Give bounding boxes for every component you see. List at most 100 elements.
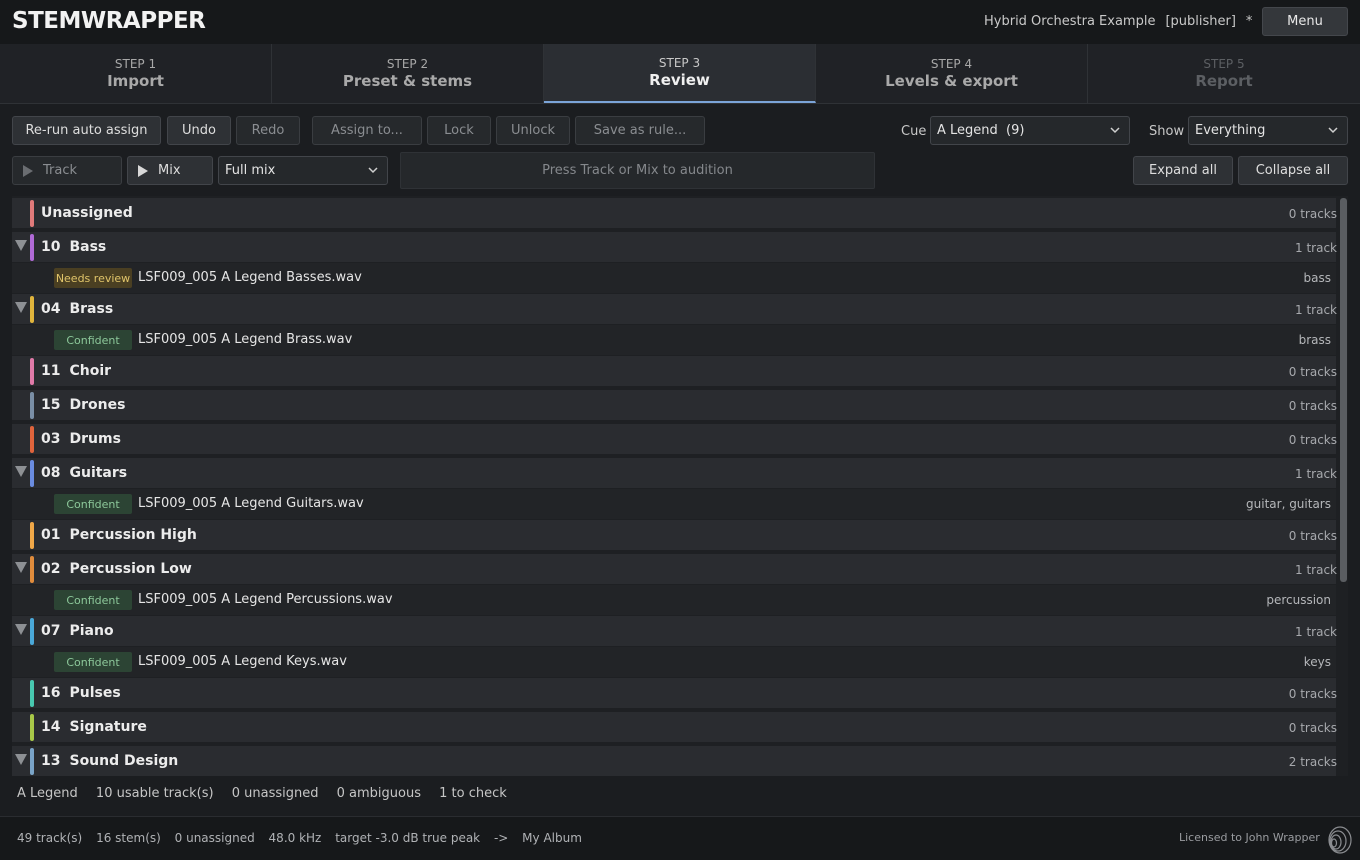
stem-group-row[interactable]: 08 Guitars 1 track xyxy=(12,458,1337,488)
cue-select[interactable]: A Legend (9) xyxy=(930,116,1130,145)
group-label: Choir xyxy=(69,363,112,379)
scrollbar[interactable] xyxy=(1339,198,1348,774)
tab-step-3[interactable]: STEP 3 Review xyxy=(544,44,816,103)
expand-toggle-icon[interactable] xyxy=(15,624,27,635)
track-row[interactable]: Confident LSF009_005 A Legend Brass.wav br… xyxy=(12,325,1336,355)
audition-hint: Press Track or Mix to audition xyxy=(400,152,875,189)
summary-usable: 10 usable track(s) xyxy=(95,786,214,801)
step-name: Levels & export xyxy=(885,72,1018,90)
expand-toggle-icon[interactable] xyxy=(15,754,27,765)
step-tabs: STEP 1 Import STEP 2 Preset & stems STEP… xyxy=(0,44,1360,104)
chevron-down-icon xyxy=(1328,127,1338,134)
track-filename: LSF009_005 A Legend Percussions.wav xyxy=(138,592,393,607)
stem-group-row[interactable]: 10 Bass 1 track xyxy=(12,232,1337,262)
stem-group-row[interactable]: 01 Percussion High 0 tracks xyxy=(12,520,1337,550)
cue-select-value: A Legend (9) xyxy=(937,123,1025,138)
summary-unassigned: 0 unassigned xyxy=(231,786,319,801)
status-unassigned: 0 unassigned xyxy=(174,831,255,845)
lock-button[interactable]: Lock xyxy=(427,116,491,145)
scrollbar-thumb[interactable] xyxy=(1340,198,1347,582)
group-track-count: 0 tracks xyxy=(1288,399,1337,413)
expand-all-button[interactable]: Expand all xyxy=(1133,156,1233,185)
expand-toggle-icon[interactable] xyxy=(15,302,27,313)
tab-step-5[interactable]: STEP 5 Report xyxy=(1088,44,1360,103)
stem-group-row[interactable]: 03 Drums 0 tracks xyxy=(12,424,1337,454)
step-name: Import xyxy=(107,72,164,90)
group-track-count: 1 track xyxy=(1295,241,1337,255)
group-track-count: 1 track xyxy=(1295,467,1337,481)
group-track-count: 1 track xyxy=(1295,303,1337,317)
group-color-bar xyxy=(30,522,34,549)
play-mix-label: Mix xyxy=(158,163,181,178)
group-code: 08 xyxy=(41,465,61,481)
stem-group-row[interactable]: 15 Drones 0 tracks xyxy=(12,390,1337,420)
status-sample-rate: 48.0 kHz xyxy=(268,831,322,845)
expand-toggle-icon[interactable] xyxy=(15,562,27,573)
collapse-all-button[interactable]: Collapse all xyxy=(1238,156,1348,185)
group-track-count: 2 tracks xyxy=(1288,755,1337,769)
save-as-rule-button[interactable]: Save as rule... xyxy=(575,116,705,145)
group-label: Pulses xyxy=(69,685,121,701)
group-label: Drones xyxy=(69,397,126,413)
mix-select-value: Full mix xyxy=(225,163,276,178)
show-select-value: Everything xyxy=(1195,123,1266,138)
track-row[interactable]: Confident LSF009_005 A Legend Guitars.wav… xyxy=(12,489,1336,519)
project-name: Hybrid Orchestra Example xyxy=(984,14,1156,29)
track-row[interactable]: Needs review LSF009_005 A Legend Basses.w… xyxy=(12,263,1336,293)
group-label: Percussion Low xyxy=(69,561,192,577)
tab-step-4[interactable]: STEP 4 Levels & export xyxy=(816,44,1088,103)
stem-group-row[interactable]: Unassigned 0 tracks xyxy=(12,198,1337,228)
group-name: 02 Percussion Low xyxy=(41,561,192,577)
stem-group-row[interactable]: 16 Pulses 0 tracks xyxy=(12,678,1337,708)
status-badge: Needs review xyxy=(54,268,132,288)
step-name: Preset & stems xyxy=(342,72,473,90)
undo-button[interactable]: Undo xyxy=(167,116,231,145)
stem-group-row[interactable]: 02 Percussion Low 1 track xyxy=(12,554,1337,584)
track-filename: LSF009_005 A Legend Keys.wav xyxy=(138,654,347,669)
group-color-bar xyxy=(30,296,34,323)
group-track-count: 0 tracks xyxy=(1288,433,1337,447)
group-name: 13 Sound Design xyxy=(41,753,178,769)
track-filename: LSF009_005 A Legend Guitars.wav xyxy=(138,496,364,511)
assign-to-button[interactable]: Assign to... xyxy=(312,116,422,145)
group-color-bar xyxy=(30,200,34,227)
tab-step-1[interactable]: STEP 1 Import xyxy=(0,44,272,103)
track-row[interactable]: Confident LSF009_005 A Legend Percussions… xyxy=(12,585,1336,615)
play-track-label: Track xyxy=(43,163,78,178)
play-track-button[interactable]: Track xyxy=(12,156,122,185)
group-name: 11 Choir xyxy=(41,363,111,379)
step-number: STEP 4 xyxy=(930,57,973,71)
expand-toggle-icon[interactable] xyxy=(15,240,27,251)
group-code: 15 xyxy=(41,397,61,413)
menu-button[interactable]: Menu xyxy=(1262,7,1348,36)
summary-cue: A Legend xyxy=(17,786,78,801)
status-stems: 16 stem(s) xyxy=(96,831,161,845)
project-role: [publisher] xyxy=(1165,14,1236,29)
group-color-bar xyxy=(30,680,34,707)
track-row[interactable]: Confident LSF009_005 A Legend Keys.wav key… xyxy=(12,647,1336,677)
step-name: Report xyxy=(1195,72,1253,90)
group-name: 10 Bass xyxy=(41,239,106,255)
play-mix-button[interactable]: Mix xyxy=(127,156,213,185)
stem-group-row[interactable]: 04 Brass 1 track xyxy=(12,294,1337,324)
step-number: STEP 2 xyxy=(386,57,429,71)
group-code: 11 xyxy=(41,363,61,379)
track-tags: keys xyxy=(1303,655,1331,669)
unlock-button[interactable]: Unlock xyxy=(496,116,570,145)
group-code: 10 xyxy=(41,239,61,255)
stem-group-row[interactable]: 13 Sound Design 2 tracks xyxy=(12,746,1337,776)
group-color-bar xyxy=(30,426,34,453)
show-filter-select[interactable]: Everything xyxy=(1188,116,1348,145)
group-name: 04 Brass xyxy=(41,301,113,317)
stem-group-row[interactable]: 14 Signature 0 tracks xyxy=(12,712,1337,742)
tab-step-2[interactable]: STEP 2 Preset & stems xyxy=(272,44,544,103)
status-badge: Confident xyxy=(54,330,132,350)
stem-group-row[interactable]: 07 Piano 1 track xyxy=(12,616,1337,646)
rerun-auto-assign-button[interactable]: Re-run auto assign xyxy=(12,116,161,145)
mix-select[interactable]: Full mix xyxy=(218,156,388,185)
status-album: My Album xyxy=(522,831,582,845)
redo-button[interactable]: Redo xyxy=(236,116,300,145)
expand-toggle-icon[interactable] xyxy=(15,466,27,477)
group-track-count: 0 tracks xyxy=(1288,721,1337,735)
stem-group-row[interactable]: 11 Choir 0 tracks xyxy=(12,356,1337,386)
